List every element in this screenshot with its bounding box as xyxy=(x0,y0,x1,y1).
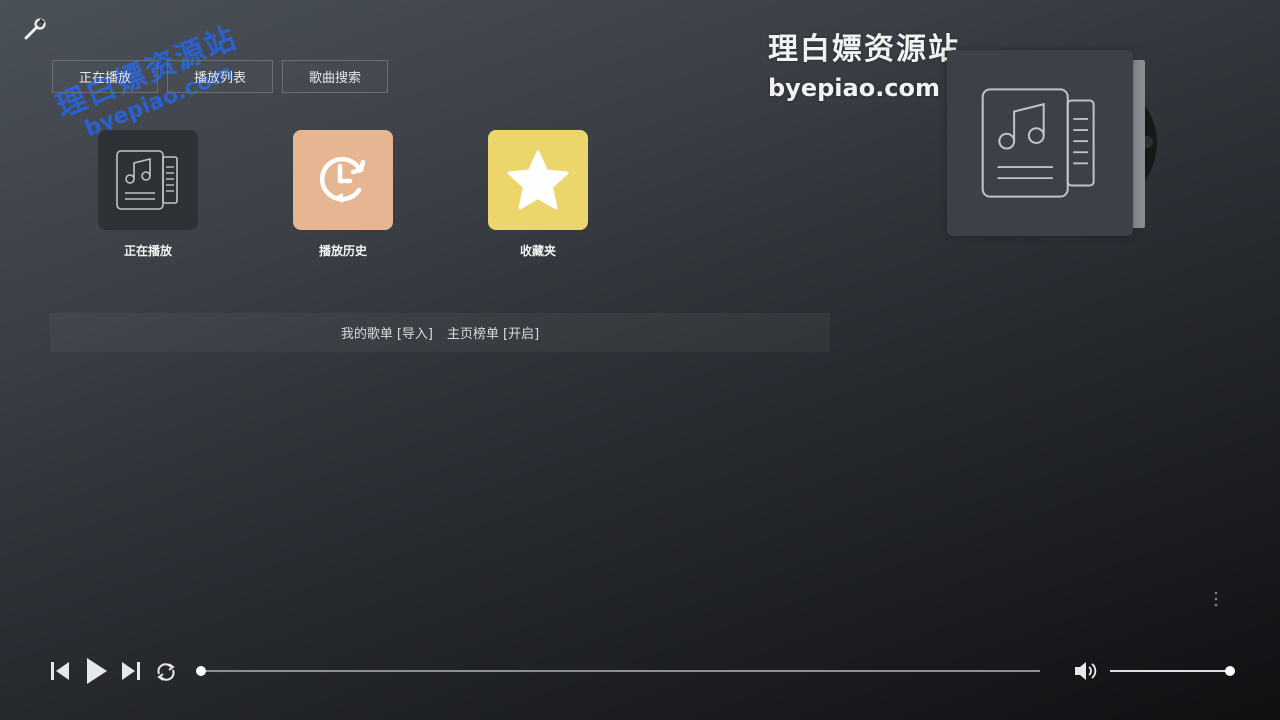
tile-play-history-box xyxy=(293,130,393,230)
import-playlist-link[interactable]: [导入] xyxy=(397,323,433,342)
tile-now-playing[interactable]: 正在播放 xyxy=(98,130,198,259)
tab-bar: 正在播放 播放列表 歌曲搜索 xyxy=(52,60,388,93)
open-home-chart-link[interactable]: [开启] xyxy=(503,323,539,342)
tile-play-history[interactable]: 播放历史 xyxy=(293,130,393,259)
music-note-icon xyxy=(981,88,1095,198)
playlist-bar: 我的歌单 [导入] 主页榜单 [开启] xyxy=(50,313,830,352)
player-bar xyxy=(0,652,1280,692)
music-note-icon xyxy=(116,150,178,210)
previous-track-icon[interactable] xyxy=(50,660,70,686)
tile-now-playing-box xyxy=(98,130,198,230)
progress-knob[interactable] xyxy=(196,666,206,676)
tile-favorites[interactable]: 收藏夹 xyxy=(488,130,588,259)
sleeve-edge xyxy=(1133,60,1145,228)
volume-icon[interactable] xyxy=(1073,660,1099,686)
tab-now-playing[interactable]: 正在播放 xyxy=(52,60,158,93)
volume-knob[interactable] xyxy=(1225,666,1235,676)
history-icon xyxy=(319,156,366,203)
home-chart-label: 主页榜单 xyxy=(447,327,500,342)
volume-slider[interactable] xyxy=(1110,666,1235,676)
tile-label: 收藏夹 xyxy=(519,244,556,258)
repeat-icon[interactable] xyxy=(155,661,177,687)
watermark-cn: 理白嫖资源站 xyxy=(768,32,960,67)
tab-song-search[interactable]: 歌曲搜索 xyxy=(282,60,388,93)
progress-slider[interactable] xyxy=(196,666,1040,676)
more-options-icon[interactable] xyxy=(1212,590,1220,608)
tab-playlist[interactable]: 播放列表 xyxy=(167,60,273,93)
tile-label: 播放历史 xyxy=(318,244,367,258)
my-playlist-label: 我的歌单 xyxy=(340,327,393,342)
cover-art xyxy=(947,50,1133,236)
tile-favorites-box xyxy=(488,130,588,230)
watermark-en: byepiao.com xyxy=(768,74,941,102)
album-cover xyxy=(947,50,1157,236)
play-icon[interactable] xyxy=(85,657,109,689)
next-track-icon[interactable] xyxy=(121,660,141,686)
settings-wrench-icon[interactable] xyxy=(22,16,48,42)
tile-label: 正在播放 xyxy=(123,244,172,258)
star-icon xyxy=(507,150,569,210)
